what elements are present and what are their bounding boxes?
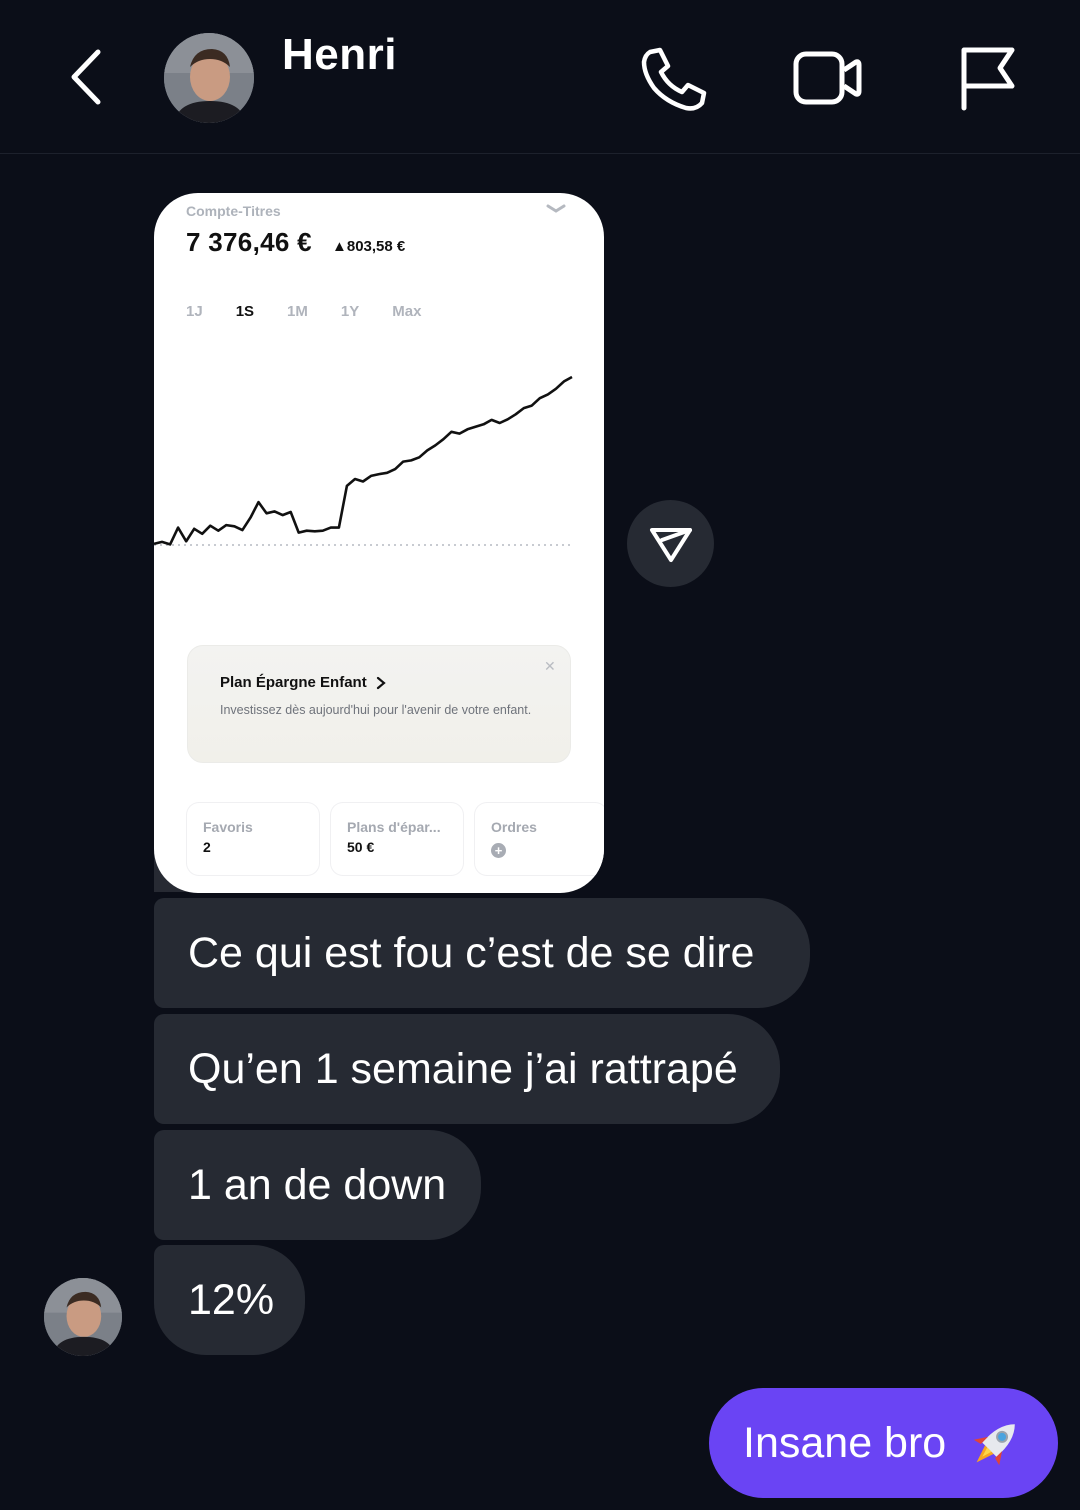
promo-title: Plan Épargne Enfant bbox=[220, 674, 367, 691]
period-selector: 1J 1S 1M 1Y Max bbox=[186, 303, 454, 320]
incoming-message[interactable]: 12% bbox=[154, 1245, 305, 1355]
chevron-down-icon bbox=[546, 204, 566, 213]
tile-value: 2 bbox=[203, 839, 211, 855]
chart-series-line bbox=[154, 375, 573, 546]
period-tab[interactable]: Max bbox=[392, 303, 421, 320]
tile-value: 50 € bbox=[347, 839, 375, 855]
period-tab-active[interactable]: 1S bbox=[236, 303, 254, 320]
incoming-message[interactable]: 1 an de down bbox=[154, 1130, 481, 1240]
report-flag-icon[interactable] bbox=[954, 42, 1018, 112]
period-tab[interactable]: 1M bbox=[287, 303, 308, 320]
tile-ordres[interactable]: Ordres + bbox=[475, 803, 604, 875]
incoming-message[interactable]: Qu’en 1 semaine j’ai rattrapé bbox=[154, 1014, 780, 1124]
contact-avatar[interactable] bbox=[164, 33, 254, 123]
chat-header: Henri bbox=[0, 0, 1080, 154]
period-tab[interactable]: 1Y bbox=[341, 303, 359, 320]
video-call-icon[interactable] bbox=[790, 48, 864, 108]
tile-label: Ordres bbox=[491, 819, 537, 835]
period-tab[interactable]: 1J bbox=[186, 303, 203, 320]
contact-name[interactable]: Henri bbox=[282, 30, 397, 80]
chevron-right-icon bbox=[376, 676, 386, 690]
tile-label: Plans d'épar... bbox=[347, 819, 441, 835]
promo-description: Investissez dès aujourd'hui pour l'aveni… bbox=[220, 703, 532, 717]
outgoing-message-text: Insane bro bbox=[743, 1419, 947, 1467]
account-balance: 7 376,46 € bbox=[186, 227, 312, 257]
phone-call-icon[interactable] bbox=[636, 44, 710, 114]
sender-avatar[interactable] bbox=[44, 1278, 122, 1356]
tile-label: Favoris bbox=[203, 819, 253, 835]
outgoing-message[interactable]: Insane bro bbox=[709, 1388, 1058, 1498]
rocket-emoji-icon bbox=[973, 1424, 1015, 1466]
incoming-message[interactable]: Ce qui est fou c’est de se dire bbox=[154, 898, 810, 1008]
plus-icon[interactable]: + bbox=[491, 843, 506, 858]
performance-line-chart bbox=[154, 375, 573, 546]
shortcut-tiles: Favoris 2 Plans d'épar... 50 € Ordres + bbox=[187, 803, 604, 875]
shared-screenshot[interactable]: Compte-Titres 7 376,46 € ▲803,58 € 1J 1S… bbox=[154, 193, 604, 893]
close-icon[interactable]: ✕ bbox=[544, 658, 556, 675]
back-chevron-icon[interactable] bbox=[62, 44, 118, 110]
account-title: Compte-Titres bbox=[186, 203, 281, 219]
tile-favoris[interactable]: Favoris 2 bbox=[187, 803, 319, 875]
promo-card[interactable]: Plan Épargne Enfant ✕ Investissez dès au… bbox=[187, 645, 571, 763]
tile-plans[interactable]: Plans d'épar... 50 € bbox=[331, 803, 463, 875]
send-arrow-icon bbox=[650, 528, 692, 562]
balance-change: ▲803,58 € bbox=[332, 238, 406, 255]
share-button[interactable] bbox=[627, 500, 714, 587]
